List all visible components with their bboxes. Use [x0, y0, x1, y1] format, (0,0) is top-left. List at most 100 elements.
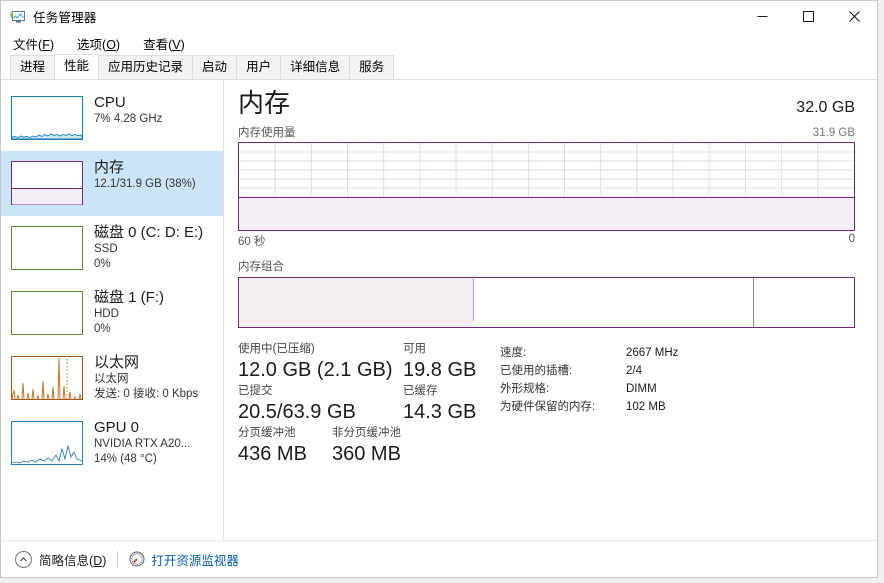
stat-in-use-label: 使用中(已压缩): [238, 343, 315, 355]
resource-monitor-icon: [129, 551, 145, 567]
tab-app-history[interactable]: 应用历史记录: [98, 55, 194, 79]
tab-users[interactable]: 用户: [236, 55, 282, 79]
minimize-button[interactable]: [739, 1, 785, 32]
spec-speed: 速度: 2667 MHz: [500, 344, 678, 362]
spec-slots-used: 已使用的插槽: 2/4: [500, 362, 678, 380]
menu-options-accel: O: [106, 38, 116, 52]
open-resource-monitor-label: 打开资源监视器: [151, 553, 239, 568]
composition-divider-2: [752, 278, 754, 327]
resource-sidebar: CPU 7% 4.28 GHz 内存 12.1/31.9 GB (38%) 磁盘…: [1, 80, 224, 540]
sidebar-item-disk-1[interactable]: 磁盘 1 (F:) HDD 0%: [1, 281, 223, 346]
sidebar-item-disk-0-line2: 0%: [94, 258, 111, 270]
stat-available-label: 可用: [403, 343, 426, 355]
open-resource-monitor-link[interactable]: 打开资源监视器: [129, 550, 239, 569]
sidebar-item-cpu[interactable]: CPU 7% 4.28 GHz: [1, 86, 223, 151]
stat-paged-pool-label: 分页缓冲池: [238, 427, 296, 439]
menu-view-accel: V: [172, 38, 181, 52]
sidebar-item-memory-line1: 12.1/31.9 GB (38%): [94, 178, 196, 190]
spec-speed-key: 速度:: [500, 347, 527, 359]
graph-max-label: 31.9 GB: [812, 127, 855, 139]
sidebar-item-disk-1-title: 磁盘 1 (F:): [94, 289, 164, 306]
stat-nonpaged-pool: 非分页缓冲池 360 MB: [332, 426, 401, 468]
sidebar-item-gpu-0-title: GPU 0: [94, 419, 140, 436]
menu-file[interactable]: 文件(F): [11, 32, 56, 55]
stat-in-use: 使用中(已压缩) 12.0 GB (2.1 GB): [238, 342, 403, 384]
composition-segment-modified-standby: [472, 278, 753, 327]
menu-options[interactable]: 选项(O): [75, 32, 122, 55]
stat-cached-value: 14.3 GB: [403, 401, 477, 423]
stat-nonpaged-pool-label: 非分页缓冲池: [332, 427, 401, 439]
sidebar-item-memory[interactable]: 内存 12.1/31.9 GB (38%): [1, 151, 223, 216]
stat-available: 可用 19.8 GB: [403, 342, 476, 384]
composition-segment-in-use: [239, 278, 473, 327]
fewer-details-button[interactable]: 简略信息(D): [15, 550, 106, 569]
status-bar: 简略信息(D) 打开资源监视器: [1, 540, 877, 577]
composition-title: 内存组合: [238, 261, 284, 273]
spec-form-factor: 外形规格: DIMM: [500, 380, 678, 398]
gpu-0-thumbnail-icon: [11, 421, 83, 465]
menu-view-label: 查看: [143, 38, 169, 52]
sidebar-item-disk-0[interactable]: 磁盘 0 (C: D: E:) SSD 0%: [1, 216, 223, 281]
sidebar-item-memory-title: 内存: [94, 159, 125, 176]
cpu-thumbnail-icon: [11, 96, 83, 140]
composition-standby-tint: [472, 321, 753, 327]
total-memory-value: 32.0 GB: [796, 99, 855, 116]
sidebar-item-ethernet-line2: 发送: 0 接收: 0 Kbps: [94, 388, 199, 400]
sidebar-item-ethernet-title: 以太网: [94, 354, 140, 371]
ethernet-thumbnail-icon: [11, 356, 83, 400]
tab-processes[interactable]: 进程: [10, 55, 56, 79]
menu-view[interactable]: 查看(V): [141, 32, 187, 55]
task-manager-window: 任务管理器 文件(F) 选项(O) 查看(V) 进程 性能 应用历史记录 启动 …: [0, 0, 878, 578]
sidebar-item-gpu-0-line2: 14% (48 °C): [94, 453, 157, 465]
memory-composition-bar[interactable]: [238, 277, 855, 328]
sidebar-item-ethernet-line1: 以太网: [94, 373, 129, 385]
spec-slots-used-value: 2/4: [626, 365, 642, 377]
sidebar-item-disk-1-line1: HDD: [94, 308, 119, 320]
spec-speed-value: 2667 MHz: [626, 347, 679, 359]
spec-form-factor-value: DIMM: [626, 383, 657, 395]
spec-form-factor-key: 外形规格:: [500, 383, 550, 395]
sidebar-item-disk-0-line1: SSD: [94, 243, 118, 255]
close-button[interactable]: [831, 1, 877, 32]
tab-startup[interactable]: 启动: [192, 55, 238, 79]
sidebar-item-cpu-line1: 7% 4.28 GHz: [94, 113, 163, 125]
stat-paged-pool: 分页缓冲池 436 MB: [238, 426, 332, 468]
stat-committed-label: 已提交: [238, 385, 273, 397]
fewer-details-label: 简略信息: [39, 553, 90, 568]
stat-row-3: 分页缓冲池 436 MB 非分页缓冲池 360 MB: [238, 426, 500, 468]
stats-area: 使用中(已压缩) 12.0 GB (2.1 GB) 可用 19.8 GB 已提交…: [238, 342, 855, 468]
graph-axis: 60 秒 0: [238, 233, 855, 249]
stat-in-use-value: 12.0 GB (2.1 GB): [238, 359, 393, 381]
fewer-details-accel: D: [93, 553, 103, 568]
graph-title: 内存使用量: [238, 127, 296, 139]
stat-row-1: 使用中(已压缩) 12.0 GB (2.1 GB) 可用 19.8 GB: [238, 342, 500, 384]
graph-header: 内存使用量 31.9 GB: [238, 124, 855, 140]
sidebar-item-ethernet[interactable]: 以太网 以太网 发送: 0 接收: 0 Kbps: [1, 346, 223, 411]
sidebar-item-gpu-0-line1: NVIDIA RTX A20...: [94, 438, 191, 450]
spec-hardware-reserved-value: 102 MB: [626, 401, 666, 413]
stats-right-column: 速度: 2667 MHz 已使用的插槽: 2/4 外形规格: DIMM 为硬件保…: [500, 342, 678, 468]
window-controls: [739, 1, 877, 32]
stat-row-2: 已提交 20.5/63.9 GB 已缓存 14.3 GB: [238, 384, 500, 426]
content-area: CPU 7% 4.28 GHz 内存 12.1/31.9 GB (38%) 磁盘…: [1, 80, 877, 540]
memory-detail-panel: 内存 32.0 GB 内存使用量 31.9 GB 60 秒 0 内存组合 使用中…: [224, 80, 877, 540]
maximize-button[interactable]: [785, 1, 831, 32]
graph-axis-left: 60 秒: [238, 236, 266, 248]
spec-hardware-reserved-key: 为硬件保留的内存:: [500, 401, 596, 413]
tab-services[interactable]: 服务: [349, 55, 395, 79]
composition-segment-free: [752, 278, 854, 327]
stat-available-value: 19.8 GB: [403, 359, 477, 381]
tab-details[interactable]: 详细信息: [280, 55, 351, 79]
sidebar-item-cpu-title: CPU: [94, 94, 126, 111]
tab-performance[interactable]: 性能: [54, 54, 100, 79]
footer-separator: [117, 551, 119, 567]
menu-file-label: 文件: [13, 38, 39, 52]
memory-thumbnail-icon: [11, 161, 83, 205]
menu-file-accel: F: [42, 38, 50, 52]
title-bar: 任务管理器: [1, 1, 877, 32]
stat-cached: 已缓存 14.3 GB: [403, 384, 476, 426]
sidebar-item-disk-1-line2: 0%: [94, 323, 111, 335]
sidebar-item-gpu-0[interactable]: GPU 0 NVIDIA RTX A20... 14% (48 °C): [1, 411, 223, 476]
stat-committed: 已提交 20.5/63.9 GB: [238, 384, 403, 426]
graph-axis-right: 0: [848, 233, 855, 245]
